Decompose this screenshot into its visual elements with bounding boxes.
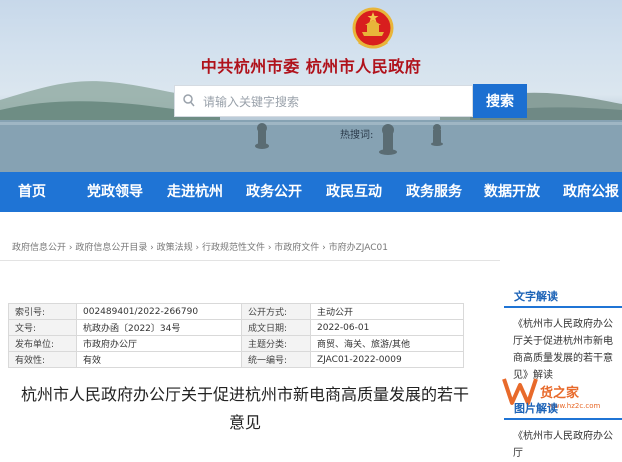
document-title: 杭州市人民政府办公厅关于促进杭州市新电商高质量发展的若干意见 [20, 385, 469, 432]
header-banner: 中共杭州市委 杭州市人民政府 搜索 热搜词: [0, 0, 622, 172]
nav-item-open-data[interactable]: 数据开放 [484, 172, 540, 212]
hot-words-label: 热搜词: [340, 130, 374, 141]
table-row: 有效性: 有效 统一编号: ZJAC01-2022-0009 [8, 351, 464, 368]
sidebar-heading-image-interpretation: 图片解读 [504, 398, 622, 420]
meta-value: 商贸、海关、旅游/其他 [310, 335, 464, 352]
meta-key: 发布单位: [8, 335, 77, 352]
meta-value: 2022-06-01 [310, 319, 464, 336]
nav-item-about-hangzhou[interactable]: 走进杭州 [167, 172, 223, 212]
nav-item-gov-services[interactable]: 政务服务 [406, 172, 462, 212]
meta-key: 统一编号: [241, 351, 311, 368]
breadcrumb[interactable]: 政府信息公开 › 政府信息公开目录 › 政策法规 › 行政规范性文件 › 市政府… [12, 240, 388, 253]
main-nav: 首页 党政领导 走进杭州 政务公开 政民互动 政务服务 数据开放 政府公报 [0, 172, 622, 212]
sidebar-link-image-interpretation[interactable]: 《杭州市人民政府办公厅 [513, 428, 622, 462]
national-emblem-icon [352, 7, 394, 49]
meta-value: 主动公开 [310, 303, 464, 320]
table-row: 发布单位: 市政府办公厅 主题分类: 商贸、海关、旅游/其他 [8, 335, 464, 352]
nav-item-home[interactable]: 首页 [18, 172, 46, 212]
table-row: 索引号: 002489401/2022-266790 公开方式: 主动公开 [8, 303, 464, 320]
breadcrumb-divider [0, 260, 500, 261]
search-icon [183, 94, 195, 107]
search-input[interactable] [201, 91, 470, 113]
nav-item-party-leaders[interactable]: 党政领导 [87, 172, 143, 212]
search-box [174, 85, 473, 117]
sidebar-heading-text-interpretation: 文字解读 [504, 286, 622, 308]
meta-value: 杭政办函〔2022〕34号 [76, 319, 242, 336]
site-title: 中共杭州市委 杭州市人民政府 [200, 57, 422, 76]
nav-item-public-interaction[interactable]: 政民互动 [326, 172, 382, 212]
meta-key: 公开方式: [241, 303, 311, 320]
nav-item-gov-gazette[interactable]: 政府公报 [563, 172, 619, 212]
meta-key: 主题分类: [241, 335, 311, 352]
meta-value: 002489401/2022-266790 [76, 303, 242, 320]
meta-value: 有效 [76, 351, 242, 368]
meta-key: 索引号: [8, 303, 77, 320]
meta-key: 有效性: [8, 351, 77, 368]
meta-value: ZJAC01-2022-0009 [310, 351, 464, 368]
table-row: 文号: 杭政办函〔2022〕34号 成文日期: 2022-06-01 [8, 319, 464, 336]
nav-item-gov-affairs-disclosure[interactable]: 政务公开 [246, 172, 302, 212]
document-meta-table: 索引号: 002489401/2022-266790 公开方式: 主动公开 文号… [8, 303, 464, 368]
search-button[interactable]: 搜索 [473, 84, 527, 118]
meta-value: 市政府办公厅 [76, 335, 242, 352]
meta-key: 文号: [8, 319, 77, 336]
meta-key: 成文日期: [241, 319, 311, 336]
